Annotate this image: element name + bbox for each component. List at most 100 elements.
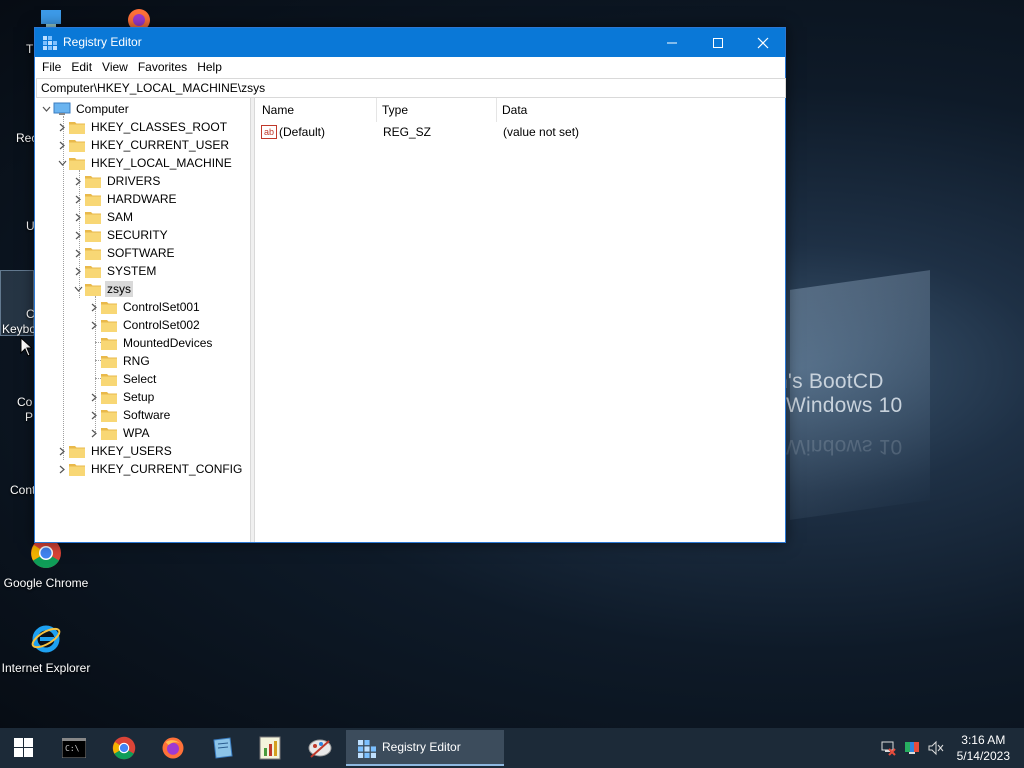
column-header-name[interactable]: Name [255, 98, 375, 122]
chevron-right-icon[interactable] [87, 298, 101, 316]
tree-node-mounteddevices[interactable]: MountedDevices [87, 334, 214, 352]
tree-node-hkey-current-config[interactable]: HKEY_CURRENT_CONFIG [55, 460, 244, 478]
chevron-down-icon[interactable] [55, 154, 69, 172]
network-disconnected-icon[interactable] [880, 740, 896, 756]
tree-label: HKEY_CURRENT_CONFIG [91, 462, 243, 476]
tree-node-wpa[interactable]: WPA [87, 424, 151, 442]
tree-node-hkey-classes-root[interactable]: HKEY_CLASSES_ROOT [55, 118, 229, 136]
chevron-right-icon[interactable] [55, 442, 69, 460]
taskbar-chart-app[interactable] [250, 732, 290, 764]
desktop-label-fragment-8: Cont [10, 483, 36, 497]
maximize-button[interactable] [695, 28, 741, 57]
taskbar-notepad[interactable] [202, 732, 242, 764]
folder-open-icon [69, 157, 85, 170]
windows-start-icon [14, 738, 33, 757]
folder-icon [85, 175, 101, 188]
chevron-down-icon[interactable] [39, 100, 53, 118]
chevron-right-icon[interactable] [71, 190, 85, 208]
tree-label: DRIVERS [107, 174, 161, 188]
display-color-icon[interactable] [904, 740, 920, 756]
tree-node-sam[interactable]: SAM [71, 208, 135, 226]
tree-node-controlset001[interactable]: ControlSet001 [87, 298, 202, 316]
tree-node-select[interactable]: Select [87, 370, 158, 388]
tree-label: ControlSet001 [123, 300, 200, 314]
tree-node-setup[interactable]: Setup [87, 388, 156, 406]
tree-label: HARDWARE [107, 192, 177, 206]
chevron-right-icon[interactable] [71, 208, 85, 226]
taskbar-chrome[interactable] [104, 732, 144, 764]
address-bar[interactable]: Computer\HKEY_LOCAL_MACHINE\zsys [36, 78, 786, 98]
tree-node-security[interactable]: SECURITY [71, 226, 170, 244]
this-pc-icon [41, 10, 61, 27]
mouse-cursor-icon [20, 337, 32, 357]
menu-help[interactable]: Help [192, 57, 227, 78]
chevron-right-icon[interactable] [55, 118, 69, 136]
taskbar-cmd[interactable]: C:\ [54, 732, 94, 764]
tree-node-system[interactable]: SYSTEM [71, 262, 158, 280]
column-header-type[interactable]: Type [375, 98, 495, 122]
tree-node-controlset002[interactable]: ControlSet002 [87, 316, 202, 334]
values-list[interactable]: Name Type Data ab (Default) REG_SZ (valu… [255, 98, 785, 542]
folder-icon [85, 211, 101, 224]
taskbar-paint-tool[interactable] [300, 732, 340, 764]
desktop-label-fragment-5: Keybo [2, 322, 37, 336]
chevron-right-icon[interactable] [55, 460, 69, 478]
chevron-down-icon[interactable] [71, 280, 85, 298]
window-titlebar[interactable]: Registry Editor [35, 28, 785, 57]
value-data: (value not set) [503, 125, 580, 139]
maximize-icon [713, 37, 723, 48]
column-header-data[interactable]: Data [495, 98, 775, 122]
tree-node-software[interactable]: SOFTWARE [71, 244, 177, 262]
chevron-right-icon[interactable] [87, 316, 101, 334]
tree-node-hkey-local-machine[interactable]: HKEY_LOCAL_MACHINE [55, 154, 234, 172]
folder-icon [101, 409, 117, 422]
chart-document-icon [259, 736, 281, 760]
tree-label: HKEY_CLASSES_ROOT [91, 120, 228, 134]
desktop-label-fragment-7: P [25, 410, 34, 424]
tree-label: SYSTEM [107, 264, 157, 278]
folder-icon [85, 229, 101, 242]
tree-node-drivers[interactable]: DRIVERS [71, 172, 162, 190]
folder-icon [101, 319, 117, 332]
desktop-icon-label: Internet Explorer [1, 661, 91, 675]
tree-node-computer[interactable]: Computer [39, 100, 131, 118]
taskbar-registry-editor[interactable]: Registry Editor [346, 730, 504, 766]
desktop-icon-google-chrome[interactable]: Google Chrome [0, 537, 92, 590]
tree-label: HKEY_CURRENT_USER [91, 138, 230, 152]
tree-node-software-zsys[interactable]: Software [87, 406, 172, 424]
folder-icon [69, 139, 85, 152]
volume-muted-icon[interactable] [928, 740, 944, 756]
folder-icon [101, 427, 117, 440]
menu-edit[interactable]: Edit [66, 57, 97, 78]
chevron-right-icon[interactable] [87, 406, 101, 424]
desktop-label-fragment-1: T [26, 42, 34, 56]
desktop-icon-internet-explorer[interactable]: Internet Explorer [0, 622, 92, 675]
chevron-right-icon[interactable] [87, 424, 101, 442]
menu-file[interactable]: File [37, 57, 66, 78]
menu-favorites[interactable]: Favorites [133, 57, 192, 78]
minimize-button[interactable] [649, 28, 695, 57]
chevron-right-icon[interactable] [71, 262, 85, 280]
tree-label: SOFTWARE [107, 246, 175, 260]
menu-view[interactable]: View [97, 57, 133, 78]
close-button[interactable] [740, 28, 786, 57]
menu-bar: File Edit View Favorites Help [35, 57, 785, 78]
key-tree[interactable]: Computer HKEY_CLASSES_ROOT HKEY_CURRENT_… [35, 98, 251, 542]
desktop-icon-label: Google Chrome [3, 576, 89, 590]
chevron-right-icon[interactable] [71, 244, 85, 262]
tree-node-rng[interactable]: RNG [87, 352, 152, 370]
chevron-right-icon[interactable] [71, 172, 85, 190]
chevron-right-icon[interactable] [55, 136, 69, 154]
tree-node-hkey-users[interactable]: HKEY_USERS [55, 442, 174, 460]
chevron-right-icon[interactable] [87, 388, 101, 406]
chevron-right-icon[interactable] [71, 226, 85, 244]
tree-label: HKEY_USERS [91, 444, 172, 458]
tree-node-zsys[interactable]: zsys [71, 280, 133, 298]
taskbar-firefox[interactable] [153, 732, 193, 764]
system-clock[interactable]: 3:16 AM 5/14/2023 [957, 732, 1010, 764]
tree-node-hardware[interactable]: HARDWARE [71, 190, 179, 208]
tree-node-hkey-current-user[interactable]: HKEY_CURRENT_USER [55, 136, 231, 154]
folder-icon [101, 373, 117, 386]
start-button[interactable] [4, 732, 44, 764]
tree-label: Select [123, 372, 157, 386]
